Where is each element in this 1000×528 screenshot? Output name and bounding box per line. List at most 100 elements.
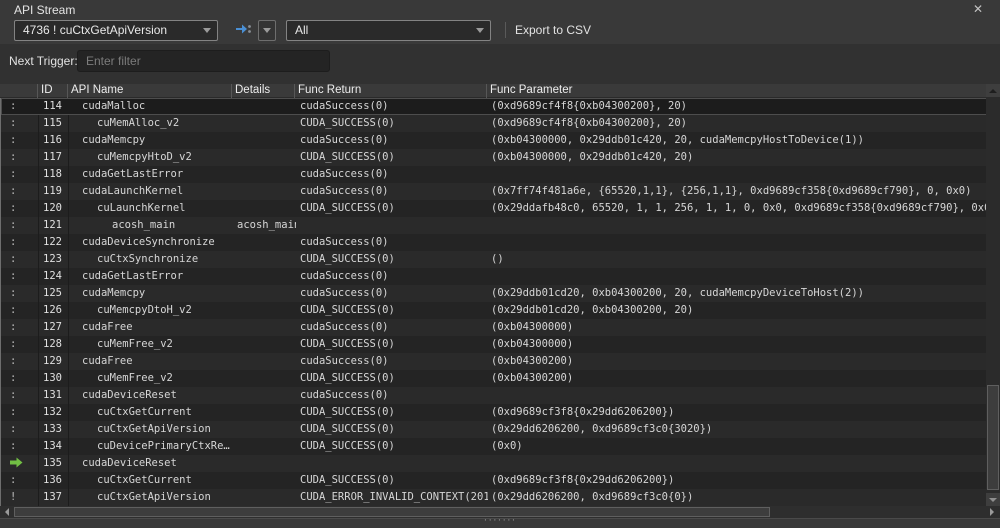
table-row[interactable]: : 122 cudaDeviceSynchronize cudaSuccess(… [1,234,986,251]
panel-title: API Stream [14,3,75,17]
row-api-name: cuCtxGetApiVersion [69,489,233,506]
row-func-parameter [488,268,986,285]
row-func-return [296,217,488,234]
row-api-name: cuDevicePrimaryCtxRe… [69,438,233,455]
row-func-parameter: (0x29ddb01cd20, 0xb04300200, 20, cudaMem… [488,285,986,302]
row-id: 117 [39,149,69,166]
column-header-func-return[interactable]: Func Return [295,84,487,98]
table-row[interactable]: 135 cudaDeviceReset [1,455,986,472]
row-id: 124 [39,268,69,285]
run-to-next-trigger-button[interactable] [230,20,256,41]
table-row[interactable]: : 129 cudaFree cudaSuccess(0) (0xb043002… [1,353,986,370]
row-func-parameter: (0x7ff74f481a6e, {65520,1,1}, {256,1,1},… [488,183,986,200]
table-row[interactable]: : 116 cudaMemcpy cudaSuccess(0) (0xb0430… [1,132,986,149]
panel-splitter-grip[interactable]: ······· [0,516,1000,525]
table-body: : 114 cudaMalloc cudaSuccess(0) (0xd9689… [0,98,986,506]
row-func-return: CUDA_SUCCESS(0) [296,302,488,319]
triangle-left-icon [5,508,9,516]
bottom-strip: ······· [0,519,1000,528]
table-row[interactable]: : 125 cudaMemcpy cudaSuccess(0) (0x29ddb… [1,285,986,302]
row-func-parameter: (0x29ddb01cd20, 0xb04300200, 20) [488,302,986,319]
table-row[interactable]: : 127 cudaFree cudaSuccess(0) (0xb043000… [1,319,986,336]
panel-titlebar: API Stream ✕ [0,0,1000,18]
scroll-down-button[interactable] [986,493,1000,506]
current-position-arrow-icon [10,457,23,469]
table-row[interactable]: : 133 cuCtxGetApiVersion CUDA_SUCCESS(0)… [1,421,986,438]
row-details [233,387,296,404]
row-func-return: cudaSuccess(0) [296,98,488,115]
row-func-return: cudaSuccess(0) [296,166,488,183]
row-api-name: cudaDeviceReset [69,387,233,404]
export-to-csv-button[interactable]: Export to CSV [515,23,591,37]
row-status-marker: : [10,168,16,180]
table-row[interactable]: : 128 cuMemFree_v2 CUDA_SUCCESS(0) (0xb0… [1,336,986,353]
vertical-scroll-thumb[interactable] [987,385,999,490]
table-row[interactable]: : 124 cudaGetLastError cudaSuccess(0) [1,268,986,285]
row-id: 134 [39,438,69,455]
row-id: 129 [39,353,69,370]
row-func-return: CUDA_ERROR_INVALID_CONTEXT(201) [296,489,488,506]
row-details [233,166,296,183]
column-header-id[interactable]: ID [38,84,68,98]
table-row[interactable]: : 132 cuCtxGetCurrent CUDA_SUCCESS(0) (0… [1,404,986,421]
stream-filter-dropdown[interactable]: All [286,20,491,41]
row-status-marker: ! [10,491,16,503]
row-status-marker: : [10,236,16,248]
row-details [233,404,296,421]
row-func-parameter [488,166,986,183]
scroll-up-button[interactable] [986,84,1000,97]
chevron-down-icon [263,28,271,33]
row-status-marker: : [10,338,16,350]
vertical-scrollbar[interactable] [986,84,1000,506]
table-row[interactable]: : 114 cudaMalloc cudaSuccess(0) (0xd9689… [1,98,986,115]
row-status-marker: : [10,355,16,367]
row-status-marker: : [10,287,16,299]
row-func-parameter: (0x29ddafb48c0, 65520, 1, 1, 256, 1, 1, … [488,200,986,217]
table-row[interactable]: : 126 cuMemcpyDtoH_v2 CUDA_SUCCESS(0) (0… [1,302,986,319]
table-row[interactable]: : 120 cuLaunchKernel CUDA_SUCCESS(0) (0x… [1,200,986,217]
table-row[interactable]: : 131 cudaDeviceReset cudaSuccess(0) [1,387,986,404]
row-id: 123 [39,251,69,268]
table-row[interactable]: : 118 cudaGetLastError cudaSuccess(0) [1,166,986,183]
row-id: 122 [39,234,69,251]
table-row[interactable]: ! 137 cuCtxGetApiVersion CUDA_ERROR_INVA… [1,489,986,506]
row-api-name: cudaGetLastError [69,166,233,183]
column-header-details[interactable]: Details [232,84,295,98]
table-row[interactable]: : 130 cuMemFree_v2 CUDA_SUCCESS(0) (0xb0… [1,370,986,387]
table-row[interactable]: : 117 cuMemcpyHtoD_v2 CUDA_SUCCESS(0) (0… [1,149,986,166]
column-header-func-parameter[interactable]: Func Parameter [487,84,986,98]
row-status-marker: : [10,270,16,282]
table-row[interactable]: : 115 cuMemAlloc_v2 CUDA_SUCCESS(0) (0xd… [1,115,986,132]
row-func-return: CUDA_SUCCESS(0) [296,472,488,489]
next-trigger-filter-input[interactable] [77,50,330,72]
row-id: 114 [39,98,69,115]
close-icon[interactable]: ✕ [970,2,986,16]
api-call-selector-dropdown[interactable]: 4736 ! cuCtxGetApiVersion [14,20,218,41]
row-id: 135 [39,455,69,472]
table-row[interactable]: : 134 cuDevicePrimaryCtxRe… CUDA_SUCCESS… [1,438,986,455]
row-func-parameter: (0xd9689cf4f8{0xb04300200}, 20) [488,98,986,115]
row-func-return: CUDA_SUCCESS(0) [296,149,488,166]
row-id: 121 [39,217,69,234]
row-id: 120 [39,200,69,217]
table-row[interactable]: : 136 cuCtxGetCurrent CUDA_SUCCESS(0) (0… [1,472,986,489]
table-row[interactable]: : 121 acosh_main acosh_main [1,217,986,234]
row-id: 126 [39,302,69,319]
toolbar-separator [505,22,506,38]
table-row[interactable]: : 119 cudaLaunchKernel cudaSuccess(0) (0… [1,183,986,200]
row-id: 128 [39,336,69,353]
row-details [233,268,296,285]
row-details [233,319,296,336]
run-options-dropdown-button[interactable] [258,20,276,41]
triangle-right-icon [990,508,994,516]
row-func-return: CUDA_SUCCESS(0) [296,251,488,268]
row-api-name: cuCtxSynchronize [69,251,233,268]
table-row[interactable]: : 123 cuCtxSynchronize CUDA_SUCCESS(0) (… [1,251,986,268]
row-details [233,489,296,506]
row-status-marker: : [10,389,16,401]
column-header-api-name[interactable]: API Name [68,84,232,98]
column-header-marker[interactable] [0,84,38,98]
api-stream-panel: API Stream ✕ 4736 ! cuCtxGetApiVersion A… [0,0,1000,528]
row-status-marker: : [10,151,16,163]
row-func-parameter: () [488,251,986,268]
